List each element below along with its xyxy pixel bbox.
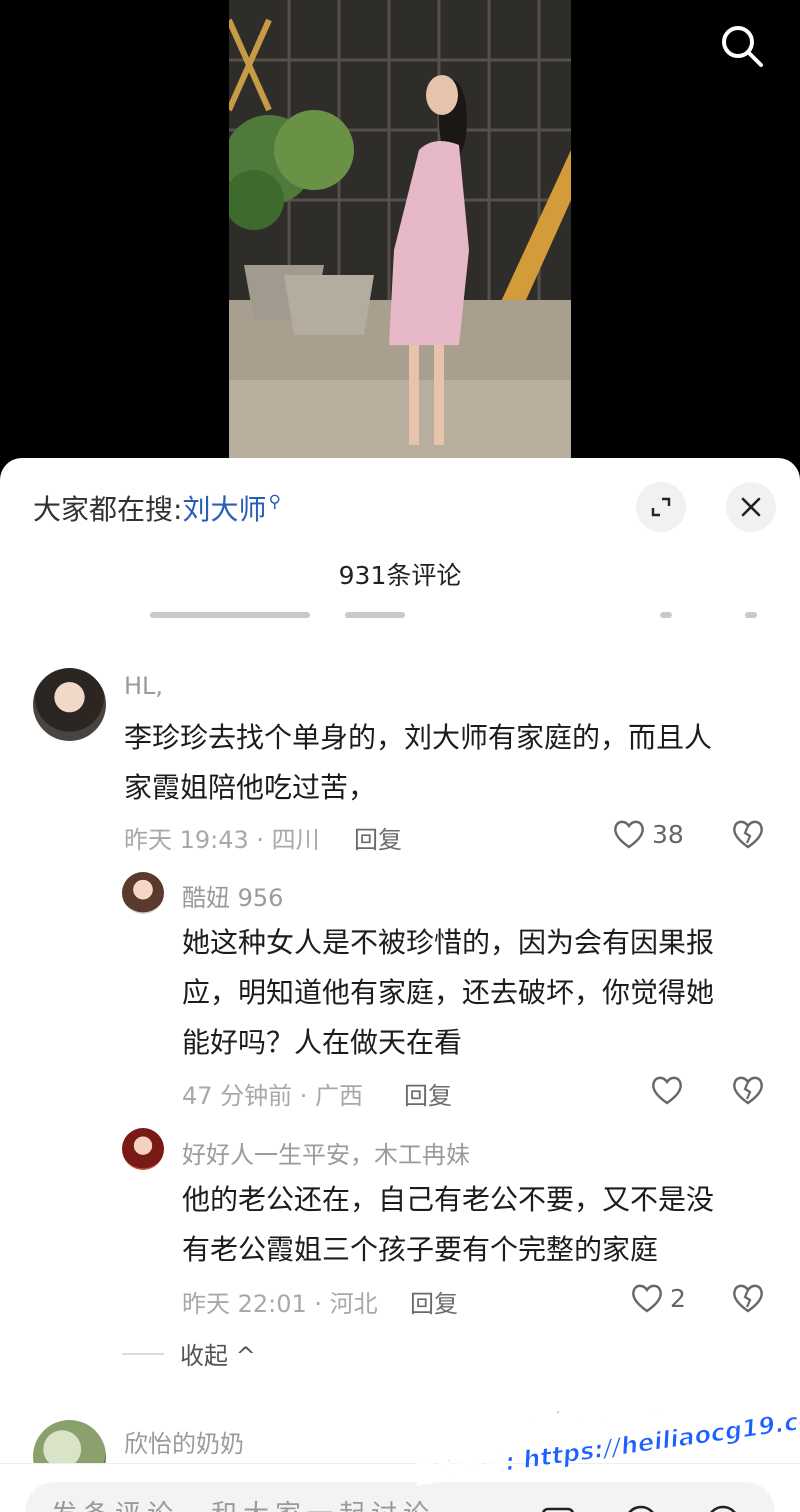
reply-time-location: 47 分钟前 · 广西 <box>182 1082 364 1110</box>
comment-username[interactable]: 欣怡的奶奶 <box>124 1424 244 1459</box>
image-button[interactable] <box>540 1504 576 1512</box>
dislike-button[interactable] <box>731 1074 765 1110</box>
reply-button[interactable]: 回复 <box>410 1284 458 1319</box>
emoji-button[interactable] <box>705 1504 741 1512</box>
video-scene <box>229 0 571 470</box>
collapse-replies-button[interactable]: 收起 ^ <box>122 1336 256 1371</box>
reply-text-line: 他的老公还在，自己有老公不要，又不是没 <box>182 1183 715 1216</box>
dislike-button[interactable] <box>731 1282 765 1318</box>
broken-heart-icon <box>733 1284 763 1313</box>
expand-icon <box>651 497 671 517</box>
comment-input[interactable]: 发条评论，和大家一起讨论 <box>25 1482 775 1512</box>
reply-username[interactable]: 好好人一生平安，木工冉妹 <box>182 1135 470 1170</box>
reply-time-location: 昨天 22:01 · 河北 <box>182 1290 378 1318</box>
like-button[interactable] <box>650 1074 690 1106</box>
reply-text-line: 能好吗？人在做天在看 <box>182 1026 463 1059</box>
expand-button[interactable] <box>636 482 686 532</box>
comment-time-location: 昨天 19:43 · 四川 <box>124 826 320 854</box>
broken-heart-icon <box>733 1076 763 1105</box>
collapse-label: 收起 ^ <box>180 1342 256 1370</box>
trending-search[interactable]: 大家都在搜:刘大师 ⚲ <box>33 488 281 528</box>
scrolled-comment-remnant <box>150 608 770 622</box>
trending-search-prefix: 大家都在搜: <box>33 493 183 526</box>
heart-icon <box>614 820 644 849</box>
close-icon <box>741 497 761 517</box>
broken-heart-icon <box>733 820 763 849</box>
reply-button[interactable]: 回复 <box>354 820 402 855</box>
like-count: 2 <box>670 1283 686 1313</box>
reply-text-line: 她这种女人是不被珍惜的，因为会有因果报 <box>182 926 715 959</box>
avatar[interactable] <box>122 872 164 914</box>
at-icon <box>628 1505 654 1512</box>
video-frame[interactable] <box>229 0 571 470</box>
like-button[interactable]: 2 <box>630 1282 686 1314</box>
heart-icon <box>652 1076 682 1105</box>
comment-username[interactable]: HL, <box>124 672 163 700</box>
small-search-icon: ⚲ <box>268 492 281 512</box>
comment-text-line: 李珍珍去找个单身的，刘大师有家庭的，而且人 <box>124 721 713 754</box>
comment-input-bar: 发条评论，和大家一起讨论 <box>0 1463 800 1512</box>
avatar[interactable] <box>122 1128 164 1170</box>
like-count: 38 <box>652 819 684 849</box>
emoji-icon <box>710 1505 736 1512</box>
comment-text-line: 家霞姐陪他吃过苦， <box>124 771 377 804</box>
search-button[interactable] <box>716 20 768 72</box>
heart-icon <box>632 1284 662 1313</box>
like-button[interactable]: 38 <box>612 818 684 850</box>
search-icon <box>722 26 763 67</box>
video-player[interactable] <box>0 0 800 470</box>
reply-text-line: 应，明知道他有家庭，还去破坏，你觉得她 <box>182 976 715 1009</box>
comment-input-placeholder: 发条评论，和大家一起讨论 <box>51 1494 435 1512</box>
divider <box>122 1352 164 1355</box>
reply-text-line: 有老公霞姐三个孩子要有个完整的家庭 <box>182 1233 659 1266</box>
dislike-button[interactable] <box>731 818 765 854</box>
close-button[interactable] <box>726 482 776 532</box>
comment-count-title: 931条评论 <box>338 561 462 590</box>
reply-username[interactable]: 酷妞 956 <box>182 878 283 913</box>
comment-sheet: 大家都在搜:刘大师 ⚲ 931条评论 HL, 李珍珍去找个单身的，刘大师有家庭的，… <box>0 458 800 1512</box>
reply-button[interactable]: 回复 <box>404 1076 452 1111</box>
image-icon <box>542 1507 574 1512</box>
mention-button[interactable] <box>623 1504 659 1512</box>
trending-search-keyword[interactable]: 刘大师 <box>182 493 266 526</box>
avatar[interactable] <box>33 668 106 741</box>
